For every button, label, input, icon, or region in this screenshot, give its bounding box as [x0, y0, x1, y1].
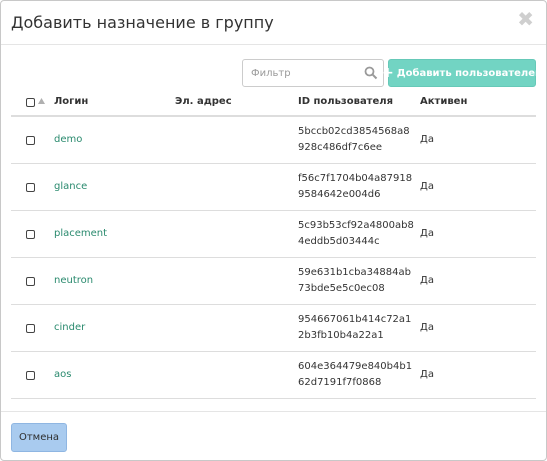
row-checkbox[interactable]	[26, 324, 35, 333]
user-id-cell: 59e631b1cba34884ab73bde5e5c0ec08	[298, 267, 411, 294]
column-header-email[interactable]: Эл. адрес	[175, 96, 232, 107]
user-login-link[interactable]: glance	[54, 181, 87, 192]
user-active-cell: Да	[420, 322, 434, 333]
row-checkbox[interactable]	[26, 230, 35, 239]
column-header-login[interactable]: Логин	[54, 96, 88, 107]
add-users-label: Добавить пользователей	[396, 67, 543, 79]
user-id-cell: 5c93b53cf92a4800ab84eddb5d03444c	[298, 220, 414, 247]
column-header-active[interactable]: Активен	[420, 96, 467, 107]
user-login-link[interactable]: placement	[54, 228, 107, 239]
user-login-link[interactable]: cinder	[54, 322, 85, 333]
row-checkbox[interactable]	[26, 277, 35, 286]
search-icon[interactable]	[364, 66, 378, 80]
table-row: aos 604e364479e840b4b162d7191f7f0868 Да	[11, 352, 536, 399]
table-header: Логин Эл. адрес ID пользователя Активен	[11, 89, 536, 117]
table-row: neutron 59e631b1cba34884ab73bde5e5c0ec08…	[11, 258, 536, 305]
user-active-cell: Да	[420, 369, 434, 380]
user-id-cell: 954667061b414c72a12b3fb10b4a22a1	[298, 314, 412, 341]
add-users-button[interactable]: + Добавить пользователей	[382, 59, 542, 87]
modal-footer: Отмена	[1, 411, 546, 460]
row-checkbox[interactable]	[26, 371, 35, 380]
user-active-cell: Да	[420, 228, 434, 239]
filter-field[interactable]	[242, 59, 384, 87]
row-checkbox[interactable]	[26, 136, 35, 145]
cancel-button[interactable]: Отмена	[11, 423, 67, 452]
filter-input[interactable]	[243, 60, 359, 86]
user-id-cell: f56c7f1704b04a879189584642e004d6	[298, 173, 413, 200]
user-login-link[interactable]: neutron	[54, 275, 93, 286]
modal-header: Добавить назначение в группу ✖	[1, 1, 546, 45]
table-row: cinder 954667061b414c72a12b3fb10b4a22a1 …	[11, 305, 536, 352]
users-table: Логин Эл. адрес ID пользователя Активен …	[11, 89, 536, 399]
close-icon[interactable]: ✖	[517, 9, 534, 29]
user-id-cell: 5bccb02cd3854568a8928c486df7c6ee	[298, 126, 410, 153]
user-active-cell: Да	[420, 181, 434, 192]
modal-title: Добавить назначение в группу	[11, 13, 274, 32]
user-id-cell: 604e364479e840b4b162d7191f7f0868	[298, 361, 413, 388]
plus-icon: +	[381, 65, 394, 81]
user-login-link[interactable]: demo	[54, 134, 82, 145]
sort-asc-icon[interactable]	[38, 98, 45, 104]
add-group-assignment-modal: Добавить назначение в группу ✖ + Добавит…	[0, 0, 547, 461]
user-login-link[interactable]: aos	[54, 369, 71, 380]
table-row: placement 5c93b53cf92a4800ab84eddb5d0344…	[11, 211, 536, 258]
table-row: glance f56c7f1704b04a879189584642e004d6 …	[11, 164, 536, 211]
table-toolbar: + Добавить пользователей	[1, 59, 546, 87]
user-active-cell: Да	[420, 275, 434, 286]
select-all-checkbox[interactable]	[26, 98, 35, 107]
table-row: demo 5bccb02cd3854568a8928c486df7c6ee Да	[11, 117, 536, 164]
column-header-user-id[interactable]: ID пользователя	[298, 96, 393, 107]
user-active-cell: Да	[420, 134, 434, 145]
row-checkbox[interactable]	[26, 183, 35, 192]
